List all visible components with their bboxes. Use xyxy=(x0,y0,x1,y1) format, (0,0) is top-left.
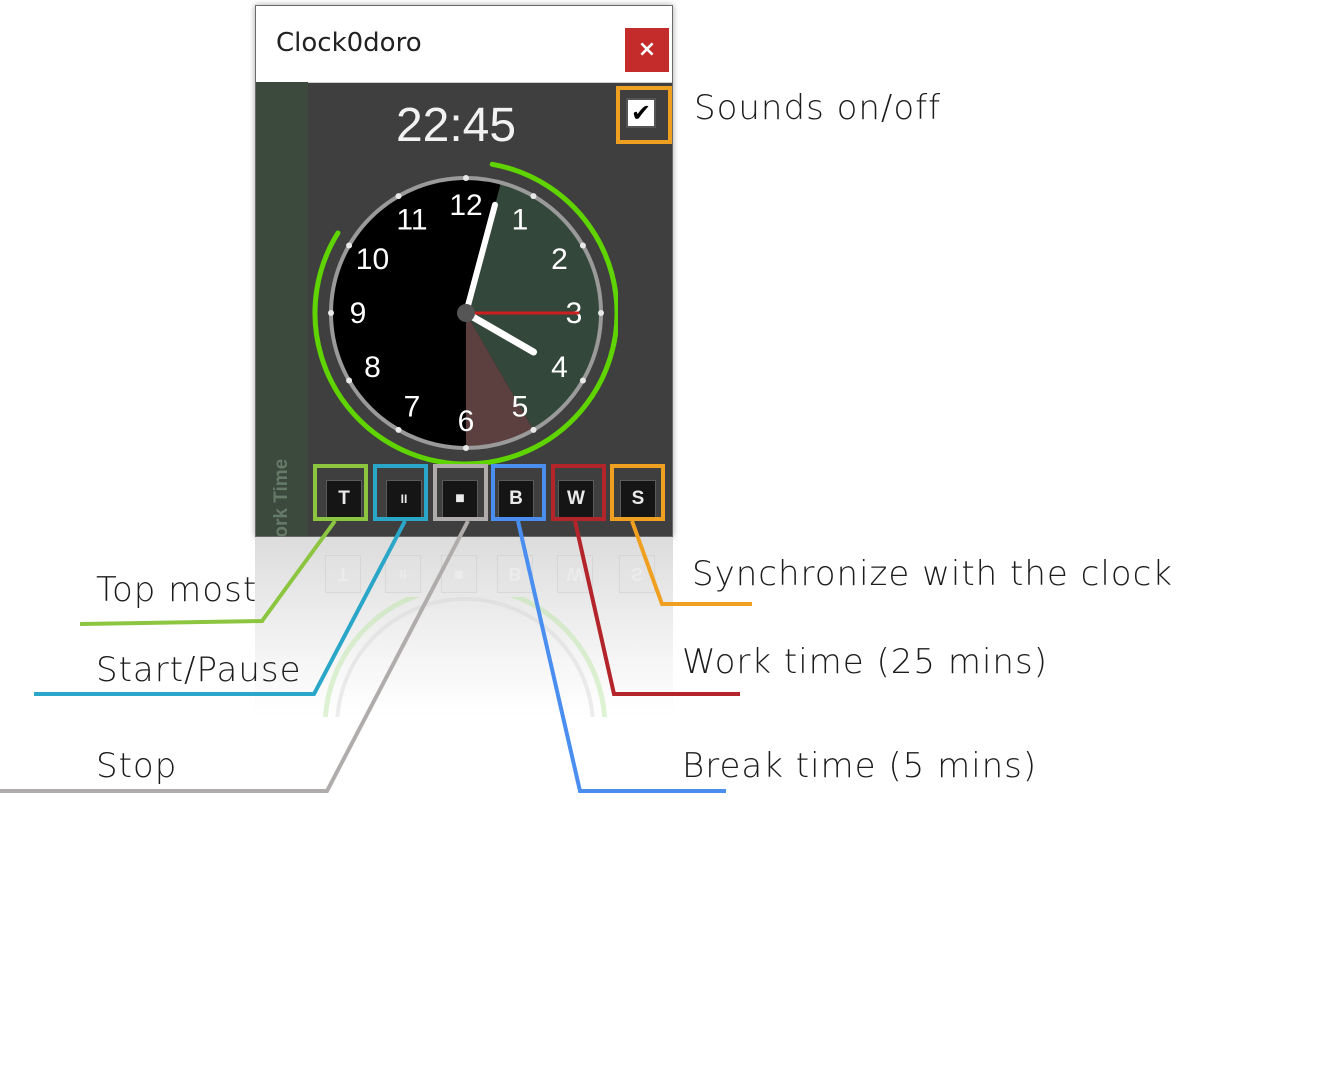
work-annotation: Work time (25 mins) xyxy=(682,642,1048,682)
stop-annotation: Stop xyxy=(96,746,178,786)
start-pause-annotation: Start/Pause xyxy=(96,650,302,690)
sounds-annotation: Sounds on/off xyxy=(694,88,942,128)
topmost-annotation: Top most xyxy=(96,570,258,610)
sync-annotation: Synchronize with the clock xyxy=(692,554,1173,594)
break-annotation: Break time (5 mins) xyxy=(682,746,1038,786)
annotation-leaders xyxy=(0,519,752,793)
